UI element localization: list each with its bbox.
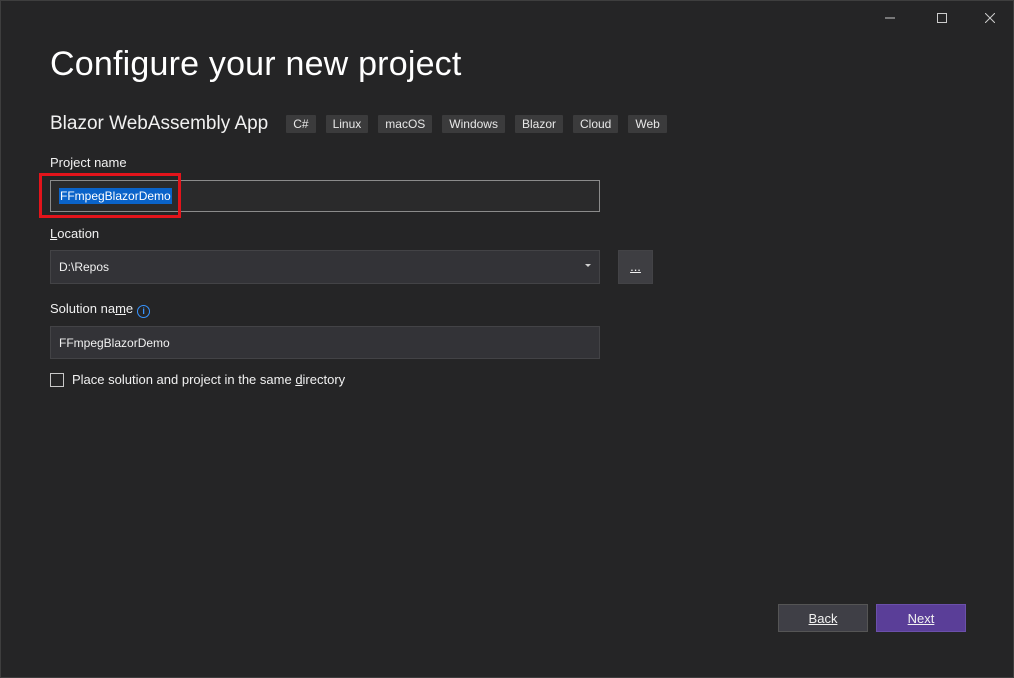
chevron-down-icon bbox=[585, 264, 591, 267]
location-label: Location bbox=[50, 226, 100, 241]
info-icon[interactable]: i bbox=[137, 305, 151, 318]
tag-linux: Linux bbox=[325, 115, 369, 133]
browse-button[interactable]: ... bbox=[618, 250, 653, 284]
template-name: Blazor WebAssembly App bbox=[50, 113, 269, 134]
same-directory-option[interactable]: Place solution and project in the same d… bbox=[50, 372, 345, 387]
tag-csharp: C# bbox=[286, 115, 316, 133]
same-directory-label: Place solution and project in the same d… bbox=[72, 372, 346, 387]
minimize-button[interactable] bbox=[867, 1, 913, 35]
maximize-icon bbox=[937, 13, 947, 23]
next-label: Next bbox=[907, 610, 935, 626]
same-directory-checkbox[interactable] bbox=[50, 372, 64, 387]
tag-cloud: Cloud bbox=[573, 115, 619, 133]
minimize-icon bbox=[885, 17, 895, 19]
tag-macos: macOS bbox=[378, 115, 433, 133]
back-label: Back bbox=[808, 610, 838, 626]
page-title: Configure your new project bbox=[50, 45, 462, 83]
browse-label: ... bbox=[630, 258, 641, 274]
tag-web: Web bbox=[628, 115, 667, 133]
back-button[interactable]: Back bbox=[778, 604, 868, 632]
template-info: Blazor WebAssembly App C# Linux macOS Wi… bbox=[50, 113, 677, 135]
solution-name-input[interactable]: FFmpegBlazorDemo bbox=[50, 326, 600, 359]
tag-windows: Windows bbox=[442, 115, 505, 133]
location-select[interactable]: D:\Repos bbox=[50, 250, 600, 284]
tag-blazor: Blazor bbox=[514, 115, 563, 133]
dialog-window: Configure your new project Blazor WebAss… bbox=[0, 0, 1014, 678]
close-icon bbox=[985, 13, 995, 23]
next-button[interactable]: Next bbox=[876, 604, 966, 632]
project-name-label: Project name bbox=[50, 155, 127, 170]
solution-name-label: Solution name i bbox=[50, 301, 151, 318]
solution-name-value: FFmpegBlazorDemo bbox=[59, 335, 170, 350]
close-button[interactable] bbox=[967, 1, 1013, 35]
maximize-button[interactable] bbox=[919, 1, 965, 35]
annotation-highlight-box bbox=[39, 173, 181, 218]
location-value: D:\Repos bbox=[59, 260, 110, 274]
